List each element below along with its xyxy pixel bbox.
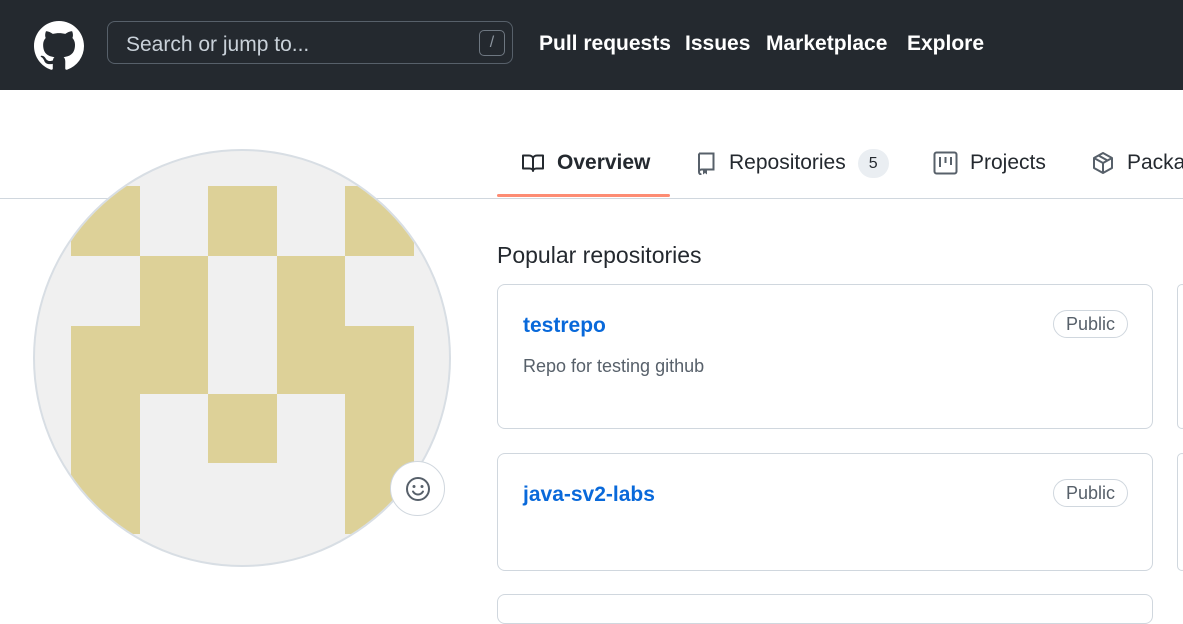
visibility-badge: Public xyxy=(1052,479,1128,507)
nav-marketplace[interactable]: Marketplace xyxy=(766,32,887,56)
repo-card: java-sv2-labs Public xyxy=(497,453,1153,571)
global-header: Search or jump to... / Pull requests Iss… xyxy=(0,0,1183,90)
search-input[interactable]: Search or jump to... / xyxy=(107,21,513,64)
visibility-badge: Public xyxy=(1052,310,1128,338)
search-placeholder: Search or jump to... xyxy=(126,33,310,56)
tab-packages-label: Packages xyxy=(1127,151,1183,174)
package-icon xyxy=(1093,152,1113,174)
set-status-button[interactable] xyxy=(390,461,445,516)
smiley-icon xyxy=(405,476,430,501)
github-logo-icon[interactable] xyxy=(34,21,84,71)
tab-projects[interactable]: Projects xyxy=(933,145,1046,181)
tab-packages[interactable]: Packages xyxy=(1091,145,1183,181)
nav-explore[interactable]: Explore xyxy=(907,32,984,56)
selected-tab-indicator xyxy=(497,194,670,197)
repo-card: testrepo Public Repo for testing github xyxy=(497,284,1153,429)
repo-icon xyxy=(698,152,715,175)
tab-overview-label: Overview xyxy=(557,151,651,174)
book-icon xyxy=(522,154,544,172)
repo-name-link[interactable]: testrepo xyxy=(523,314,606,338)
repo-card-edge xyxy=(1177,453,1183,571)
tab-repositories[interactable]: Repositories 5 xyxy=(695,145,889,181)
repo-description: Repo for testing github xyxy=(523,356,705,376)
repo-name-link[interactable]: java-sv2-labs xyxy=(523,483,655,507)
tab-overview[interactable]: Overview xyxy=(521,145,650,181)
nav-pull-requests[interactable]: Pull requests xyxy=(539,32,671,56)
tab-projects-label: Projects xyxy=(970,151,1046,174)
popular-repositories-heading: Popular repositories xyxy=(497,242,702,268)
tab-repositories-label: Repositories xyxy=(729,151,846,174)
slash-shortcut-key: / xyxy=(479,30,505,56)
project-icon xyxy=(933,151,958,175)
repositories-count-badge: 5 xyxy=(857,148,889,178)
nav-issues[interactable]: Issues xyxy=(685,32,750,56)
avatar[interactable] xyxy=(35,151,449,565)
repo-card-partial xyxy=(497,594,1153,624)
repo-card-edge xyxy=(1177,284,1183,429)
